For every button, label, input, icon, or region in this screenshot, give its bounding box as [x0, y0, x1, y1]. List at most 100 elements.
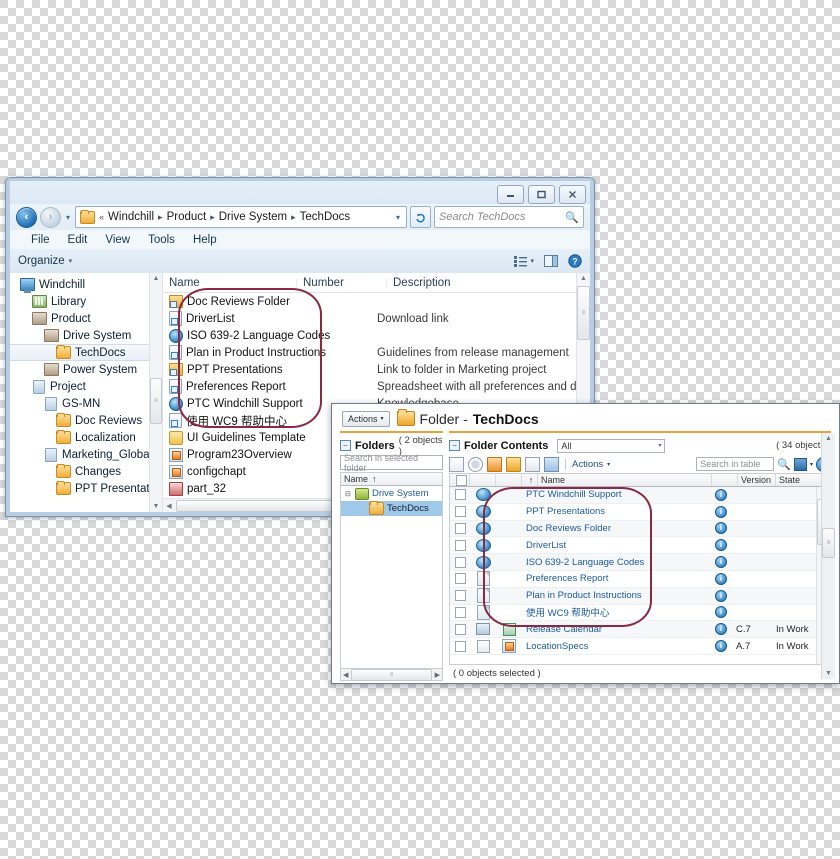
tree-item-ppt-presentation[interactable]: PPT Presentation [10, 480, 162, 497]
row-info-icon[interactable]: i [708, 589, 734, 602]
table-row[interactable]: ISO 639-2 Language Codes i [450, 554, 830, 571]
new-folder-icon[interactable] [506, 456, 521, 472]
column-header-name[interactable]: Name [538, 474, 712, 486]
tree-item-techdocs[interactable]: TechDocs [10, 344, 162, 361]
scroll-thumb[interactable]: ≡ [577, 286, 590, 340]
breadcrumb-item-3[interactable]: TechDocs [300, 211, 351, 223]
explorer-title-bar[interactable] [10, 181, 590, 205]
back-arrow-icon[interactable]: ‹ [16, 206, 37, 228]
file-row[interactable]: DriverList Download link [163, 310, 590, 327]
select-all-checkbox[interactable] [450, 474, 470, 486]
table-view-icon[interactable] [793, 457, 807, 471]
navigation-tree[interactable]: Windchill Library Product Drive System TechD… [10, 273, 162, 512]
expander-icon[interactable]: ⊟ [345, 490, 352, 498]
table-row[interactable]: Plan in Product Instructions i [450, 587, 830, 605]
scroll-up-icon[interactable]: ▲ [153, 273, 160, 284]
address-dropdown-icon[interactable]: ▾ [396, 213, 402, 222]
scroll-right-icon[interactable]: ▶ [435, 671, 440, 679]
new-document-icon[interactable] [449, 456, 464, 472]
preview-pane-button[interactable] [544, 255, 558, 267]
collapse-icon[interactable]: − [340, 440, 351, 451]
new-multiple-icon[interactable] [544, 456, 559, 472]
menu-tools[interactable]: Tools [139, 234, 184, 246]
row-checkbox[interactable] [450, 506, 470, 518]
refresh-button[interactable] [410, 206, 431, 228]
row-checkbox[interactable] [450, 522, 470, 534]
search-icon[interactable]: 🔍 [565, 211, 579, 224]
tree-item-changes[interactable]: Changes [10, 463, 162, 480]
file-row[interactable]: Doc Reviews Folder [163, 293, 590, 310]
row-checkbox[interactable] [450, 590, 470, 602]
chevron-down-icon[interactable]: ▾ [530, 257, 534, 265]
row-info-icon[interactable]: i [708, 556, 734, 569]
breadcrumb-item-0[interactable]: Windchill [108, 211, 154, 223]
column-header-version[interactable]: Version [738, 474, 776, 486]
row-checkbox[interactable] [450, 573, 470, 585]
column-header-number[interactable]: Number [297, 277, 387, 289]
change-view-button[interactable]: ▾ [514, 255, 534, 267]
table-row[interactable]: LocationSpecs i A.7 In Work [450, 638, 830, 655]
scroll-up-icon[interactable]: ▲ [580, 273, 587, 284]
table-row[interactable]: PTC Windchill Support i [450, 487, 830, 504]
tree-item-windchill[interactable]: Windchill [10, 276, 162, 293]
folder-search-input[interactable]: Search in selected folder [340, 453, 443, 473]
forward-arrow-icon[interactable]: › [40, 206, 61, 228]
copy-icon[interactable] [525, 456, 540, 472]
row-name-link[interactable]: Release Calendar [522, 624, 708, 635]
maximize-button[interactable] [528, 185, 555, 204]
view-filter-select[interactable]: All ▾ [557, 438, 666, 453]
sort-ascending-icon[interactable]: ↑ [522, 474, 538, 486]
table-row[interactable]: PPT Presentations i [450, 504, 830, 521]
tree-item-drive-system[interactable]: Drive System [10, 327, 162, 344]
menu-file[interactable]: File [22, 234, 59, 246]
folders-tree-item-techdocs[interactable]: TechDocs [341, 501, 442, 516]
column-header-name[interactable]: Name [163, 277, 297, 289]
breadcrumb-item-2[interactable]: Drive System [219, 211, 287, 223]
scroll-left-icon[interactable]: ◀ [343, 671, 348, 679]
scroll-down-icon[interactable]: ▼ [153, 501, 160, 512]
file-row[interactable]: PPT Presentations Link to folder in Marke… [163, 361, 590, 378]
row-checkbox[interactable] [450, 489, 470, 501]
page-actions-button[interactable]: Actions ▾ [342, 410, 390, 427]
breadcrumb-overflow-icon[interactable]: « [98, 212, 105, 222]
collapse-icon[interactable]: − [449, 440, 460, 451]
address-bar[interactable]: « Windchill ▸ Product ▸ Drive System ▸ T… [75, 206, 407, 228]
scroll-thumb[interactable]: ≡ [822, 528, 835, 558]
scroll-left-icon[interactable]: ◀ [163, 500, 175, 511]
row-name-link[interactable]: 使用 WC9 帮助中心 [522, 605, 708, 619]
file-row[interactable]: Plan in Product Instructions Guidelines f… [163, 344, 590, 361]
menu-view[interactable]: View [96, 234, 139, 246]
row-checkbox[interactable] [450, 539, 470, 551]
row-checkbox[interactable] [450, 623, 470, 635]
row-info-icon[interactable]: i [708, 572, 734, 585]
tree-item-gs-mn[interactable]: GS-MN [10, 395, 162, 412]
tree-item-power-system[interactable]: Power System [10, 361, 162, 378]
tree-item-library[interactable]: Library [10, 293, 162, 310]
folders-column-name[interactable]: Name ↑ [341, 473, 442, 485]
row-info-icon[interactable]: i [708, 539, 734, 552]
folders-tree-item-drive-system[interactable]: ⊟ Drive System [341, 486, 442, 501]
new-cad-document-icon[interactable] [468, 456, 483, 472]
table-row[interactable]: Doc Reviews Folder i [450, 520, 830, 538]
row-info-icon[interactable]: i [708, 522, 734, 535]
tree-item-marketing-global[interactable]: Marketing_Global [10, 446, 162, 463]
folders-horizontal-scrollbar[interactable]: ◀ ≡ ▶ [340, 668, 443, 681]
chevron-down-icon[interactable]: ▾ [69, 257, 73, 265]
file-row[interactable]: ISO 639-2 Language Codes [163, 327, 590, 344]
tree-item-product[interactable]: Product [10, 310, 162, 327]
row-checkbox[interactable] [450, 556, 470, 568]
minimize-button[interactable] [497, 185, 524, 204]
menu-help[interactable]: Help [184, 234, 226, 246]
tree-vertical-scrollbar[interactable]: ▲ ≡ ▼ [149, 273, 162, 512]
table-row[interactable]: Release Calendar i C.7 In Work [450, 621, 830, 639]
tree-item-localization[interactable]: Localization [10, 429, 162, 446]
organize-button[interactable]: Organize [18, 255, 65, 267]
breadcrumb-item-1[interactable]: Product [167, 211, 207, 223]
table-row[interactable]: Preferences Report i [450, 571, 830, 588]
row-info-icon[interactable]: i [708, 623, 734, 636]
tree-item-project[interactable]: Project [10, 378, 162, 395]
menu-edit[interactable]: Edit [59, 234, 97, 246]
contents-table[interactable]: PTC Windchill Support i PPT Presentations i… [449, 487, 831, 665]
table-row[interactable]: 使用 WC9 帮助中心 i [450, 604, 830, 622]
row-name-link[interactable]: Preferences Report [522, 573, 708, 584]
